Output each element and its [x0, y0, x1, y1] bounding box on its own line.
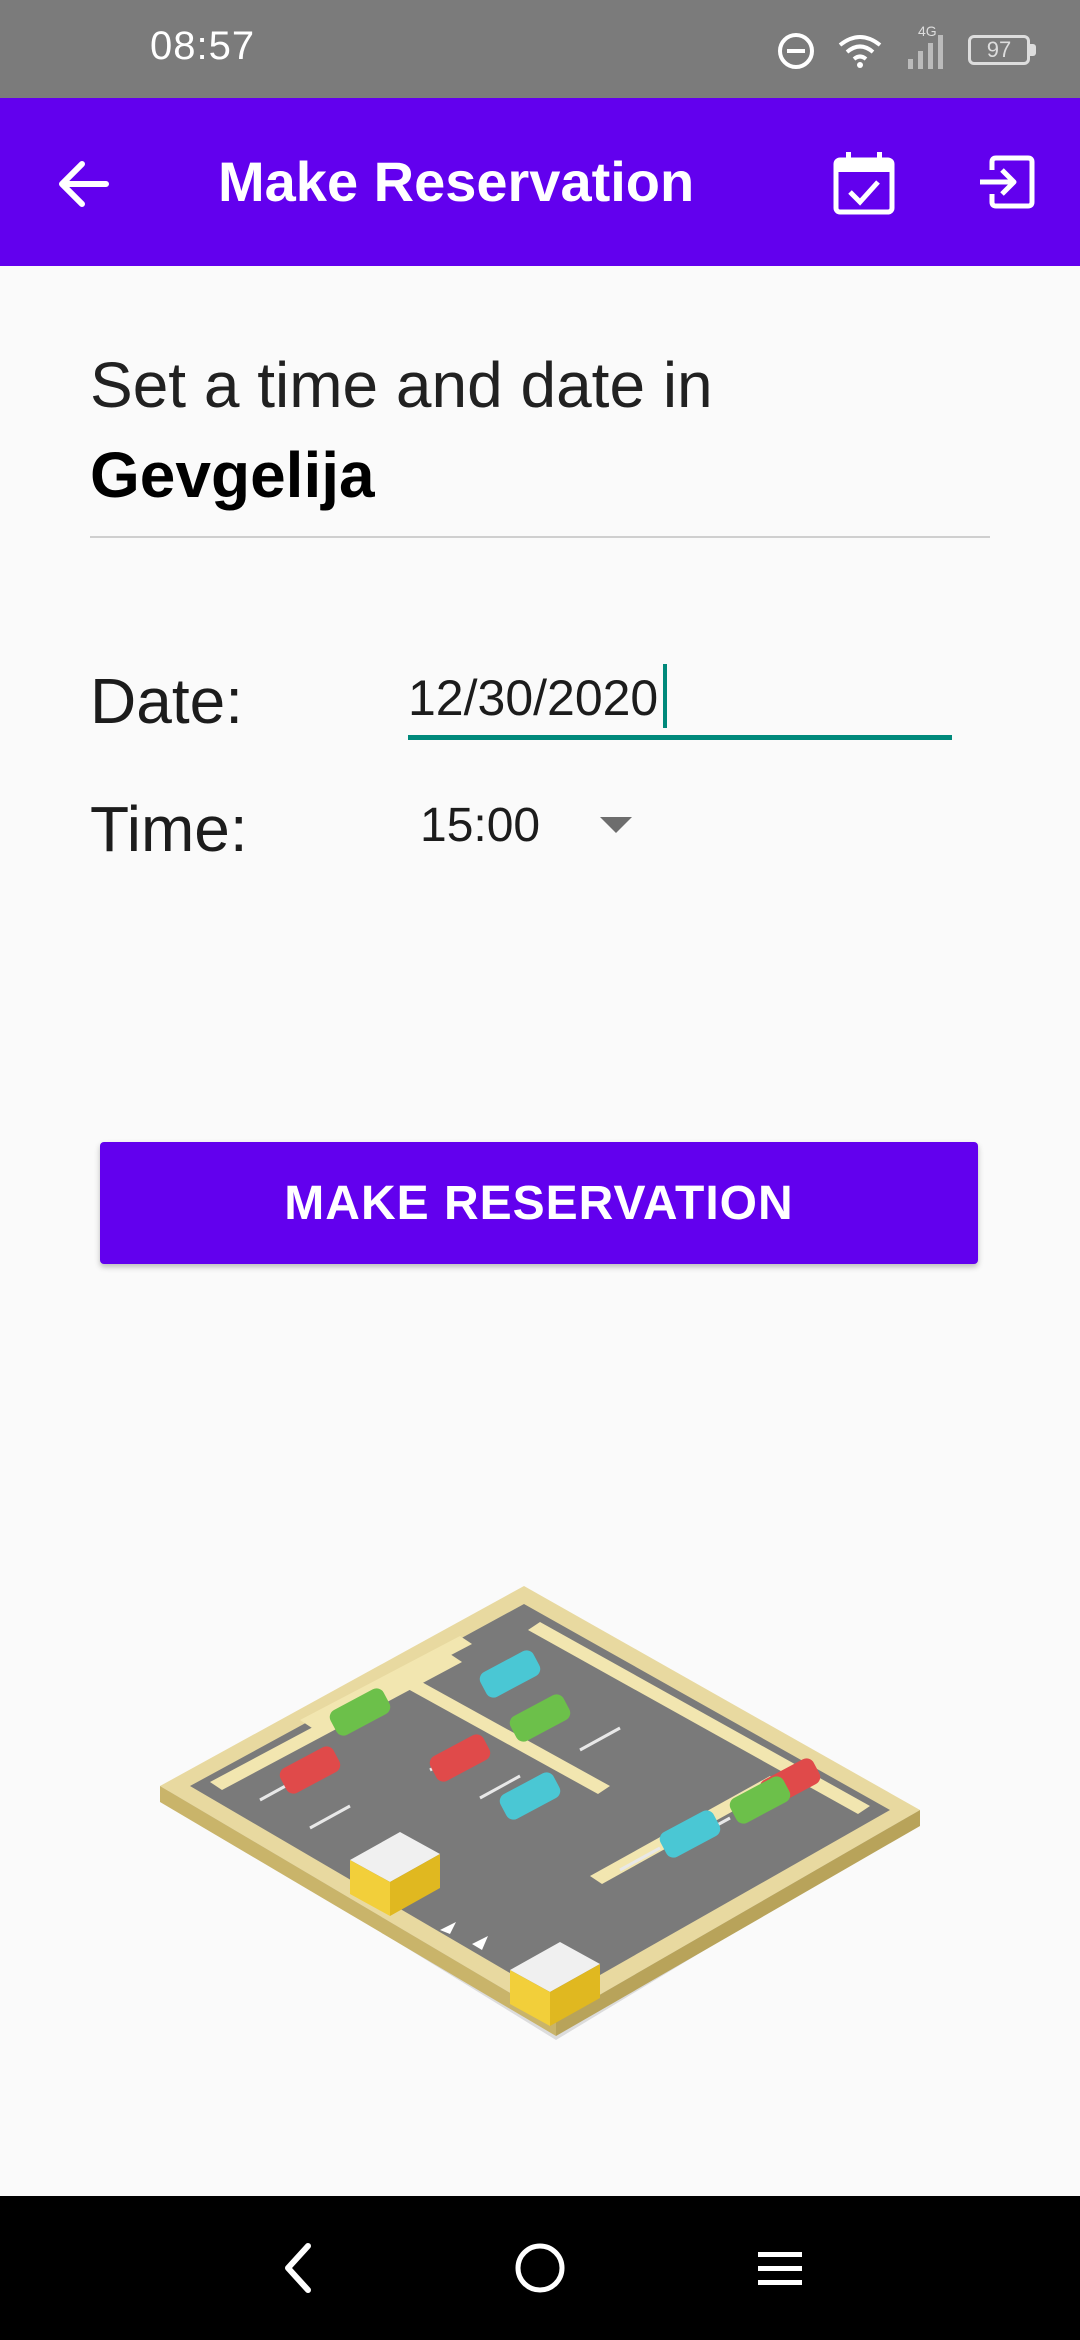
dropdown-arrow-icon	[600, 817, 632, 833]
date-label: Date:	[90, 665, 243, 737]
back-nav-icon[interactable]	[270, 2238, 330, 2298]
status-icons: 4G 97	[776, 23, 1040, 76]
text-cursor	[663, 664, 667, 728]
menu-nav-icon[interactable]	[750, 2238, 810, 2298]
time-label: Time:	[90, 793, 248, 865]
app-bar: Make Reservation	[0, 98, 1080, 266]
calendar-check-icon[interactable]	[830, 148, 898, 216]
status-bar: 08:57 4G 97	[0, 0, 1080, 98]
signal-icon: 4G	[904, 23, 948, 73]
time-value: 15:00	[420, 798, 541, 852]
do-not-disturb-icon	[778, 33, 814, 69]
home-nav-icon[interactable]	[510, 2238, 570, 2298]
divider	[90, 536, 990, 538]
date-field[interactable]	[408, 660, 952, 740]
make-reservation-button[interactable]: MAKE RESERVATION	[100, 1142, 978, 1264]
network-type: 4G	[918, 23, 937, 39]
wifi-icon	[838, 35, 882, 68]
location-heading: Set a time and date in Gevgelija	[90, 340, 990, 520]
status-time: 08:57	[150, 24, 256, 68]
arrow-back-icon[interactable]	[52, 152, 116, 216]
battery-level: 97	[986, 37, 1012, 62]
page-title: Make Reservation	[218, 150, 695, 213]
heading-text: Set a time and date in	[90, 349, 713, 421]
time-spinner[interactable]: 15:00	[420, 790, 660, 860]
city-name: Gevgelija	[90, 439, 375, 511]
battery-icon: 97	[968, 33, 1040, 69]
exit-to-app-icon[interactable]	[974, 150, 1038, 214]
system-nav-bar	[0, 2196, 1080, 2340]
parking-lot-illustration	[160, 1586, 920, 2040]
